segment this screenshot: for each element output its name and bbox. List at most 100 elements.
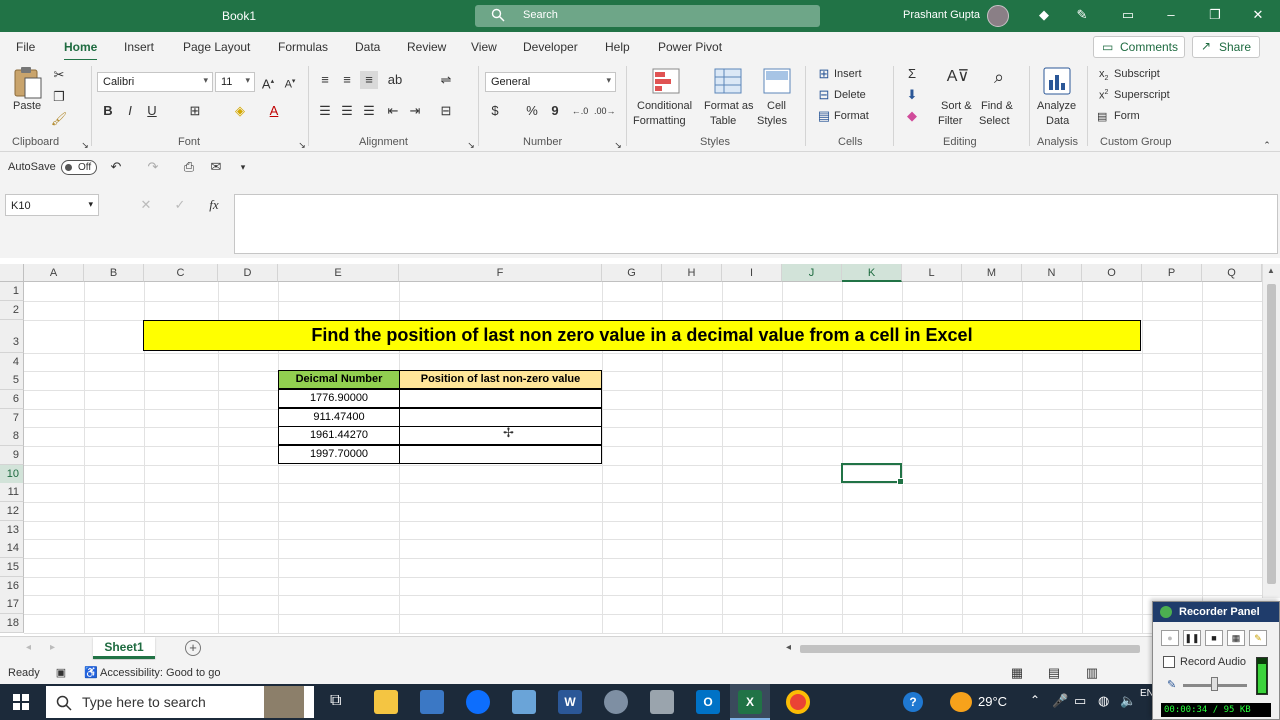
conditional-formatting-label[interactable]: Conditional	[637, 100, 692, 112]
insert-cells-label[interactable]: Insert	[834, 68, 862, 80]
sheet-tab-sheet1[interactable]: Sheet1	[93, 637, 155, 659]
scroll-tabs-left-icon[interactable]: ◂	[26, 642, 31, 653]
percent-icon[interactable]: %	[523, 102, 541, 120]
column-header[interactable]: G	[602, 264, 662, 282]
delete-cells-icon[interactable]: ⊟	[815, 86, 833, 104]
user-name[interactable]: Prashant Gupta	[903, 9, 980, 21]
file-explorer-icon[interactable]	[374, 690, 398, 714]
subscript-label[interactable]: Subscript	[1114, 68, 1160, 80]
format-painter-icon[interactable]: 🖌	[50, 110, 68, 128]
scroll-left-icon[interactable]: ◂	[786, 642, 791, 653]
conditional-formatting-label2[interactable]: Formatting	[633, 115, 686, 127]
find-select-label[interactable]: Find &	[981, 100, 1013, 112]
store-icon[interactable]	[420, 690, 444, 714]
scroll-tabs-right-icon[interactable]: ▸	[50, 642, 55, 653]
form-label[interactable]: Form	[1114, 110, 1140, 122]
help-icon[interactable]: ?	[903, 692, 923, 712]
column-header[interactable]: J	[782, 264, 842, 282]
volume-icon[interactable]: 🔈	[1120, 693, 1136, 709]
paste-label[interactable]: Paste	[13, 100, 41, 112]
draw-icon[interactable]: ✎	[1249, 630, 1267, 646]
search-box[interactable]: Search	[475, 5, 820, 27]
pen-icon[interactable]: ✎	[1074, 7, 1090, 23]
find-select-label2[interactable]: Select	[979, 115, 1010, 127]
scroll-up-icon[interactable]: ▲	[1267, 266, 1275, 275]
format-cells-label[interactable]: Format	[834, 110, 869, 122]
tab-developer[interactable]: Developer	[523, 40, 578, 54]
customize-qat-icon[interactable]: ▾	[234, 158, 252, 176]
macro-record-icon[interactable]: ▣	[52, 664, 70, 682]
name-box[interactable]: K10 ▾	[5, 194, 99, 216]
column-header[interactable]: L	[902, 264, 962, 282]
analyze-data-label2[interactable]: Data	[1046, 115, 1069, 127]
table-cell[interactable]	[399, 389, 602, 408]
horizontal-scrollbar-thumb[interactable]	[800, 645, 1140, 653]
format-as-table-label[interactable]: Format as	[704, 100, 754, 112]
minimize-icon[interactable]: –	[1163, 7, 1179, 23]
format-as-table-icon[interactable]	[714, 68, 742, 94]
row-header[interactable]: 9	[0, 446, 24, 465]
taskbar-search[interactable]: Type here to search	[46, 686, 314, 718]
email-icon[interactable]: ✉	[207, 158, 225, 176]
increase-decimal-icon[interactable]: ←.0	[571, 102, 589, 120]
row-header[interactable]: 7	[0, 409, 24, 428]
windows-start-icon[interactable]	[13, 694, 29, 710]
table-cell[interactable]: 1997.70000	[278, 445, 400, 464]
column-header[interactable]: K	[842, 264, 902, 282]
form-icon[interactable]: ▤	[1097, 110, 1107, 123]
restore-icon[interactable]: ❐	[1207, 7, 1223, 23]
temperature[interactable]: 29°C	[978, 694, 1007, 709]
sort-filter-label2[interactable]: Filter	[938, 115, 962, 127]
outlook-icon[interactable]: O	[696, 690, 720, 714]
confirm-entry-icon[interactable]: ✓	[171, 196, 189, 214]
table-cell[interactable]	[399, 445, 602, 464]
row-header[interactable]: 18	[0, 614, 24, 633]
font-size-combo[interactable]: 11 ▾	[215, 72, 255, 92]
weather-icon[interactable]	[950, 692, 972, 712]
word-icon[interactable]: W	[558, 690, 582, 714]
pause-icon[interactable]: ❚❚	[1183, 630, 1201, 646]
fill-color-icon[interactable]: ◈	[231, 102, 249, 120]
redo-icon[interactable]: ↷	[144, 158, 162, 176]
orientation-icon[interactable]: ab	[386, 71, 404, 89]
chrome-icon[interactable]	[786, 690, 810, 714]
print-preview-icon[interactable]: ⎙	[180, 158, 198, 176]
wrap-text-icon[interactable]: ⇌	[437, 71, 455, 89]
share-button[interactable]: ↗ Share	[1192, 36, 1260, 58]
clear-icon[interactable]: ◆	[903, 107, 921, 125]
ribbon-display-icon[interactable]: ▭	[1120, 7, 1136, 23]
undo-icon[interactable]: ↶	[107, 158, 125, 176]
avatar[interactable]	[987, 5, 1009, 27]
align-right-icon[interactable]: ☰	[360, 102, 378, 120]
table-cell[interactable]	[399, 408, 602, 427]
cancel-entry-icon[interactable]: ✕	[137, 196, 155, 214]
tab-home[interactable]: Home	[64, 40, 98, 62]
select-all-corner[interactable]	[0, 264, 24, 282]
superscript-label[interactable]: Superscript	[1114, 89, 1170, 101]
stop-icon[interactable]: ■	[1205, 630, 1223, 646]
record-icon[interactable]: ●	[1161, 630, 1179, 646]
tab-help[interactable]: Help	[605, 40, 630, 54]
wifi-icon[interactable]: ◍	[1098, 693, 1109, 709]
add-sheet-icon[interactable]: +	[185, 640, 201, 656]
decrease-font-icon[interactable]: A▾	[281, 73, 299, 91]
dropbox-icon[interactable]	[466, 690, 490, 714]
microphone-icon[interactable]: 🎤	[1052, 693, 1068, 709]
column-header[interactable]: O	[1082, 264, 1142, 282]
sheet-title-cell[interactable]: Find the position of last non zero value…	[143, 320, 1141, 351]
font-name-combo[interactable]: Calibri ▾	[97, 72, 213, 92]
increase-indent-icon[interactable]: ⇥	[406, 102, 424, 120]
tab-file[interactable]: File	[16, 40, 35, 54]
paste-icon[interactable]	[10, 66, 44, 100]
merge-center-icon[interactable]: ⊟	[437, 102, 455, 120]
row-header[interactable]: 10	[0, 465, 24, 484]
row-header[interactable]: 14	[0, 539, 24, 558]
row-header[interactable]: 5	[0, 371, 24, 390]
tab-formulas[interactable]: Formulas	[278, 40, 328, 54]
formula-input[interactable]	[234, 194, 1278, 254]
insert-function-button[interactable]: fx	[205, 196, 223, 214]
format-as-table-label2[interactable]: Table	[710, 115, 736, 127]
tab-view[interactable]: View	[471, 40, 497, 54]
analyze-data-label[interactable]: Analyze	[1037, 100, 1076, 112]
normal-view-icon[interactable]: ▦	[1008, 664, 1026, 682]
